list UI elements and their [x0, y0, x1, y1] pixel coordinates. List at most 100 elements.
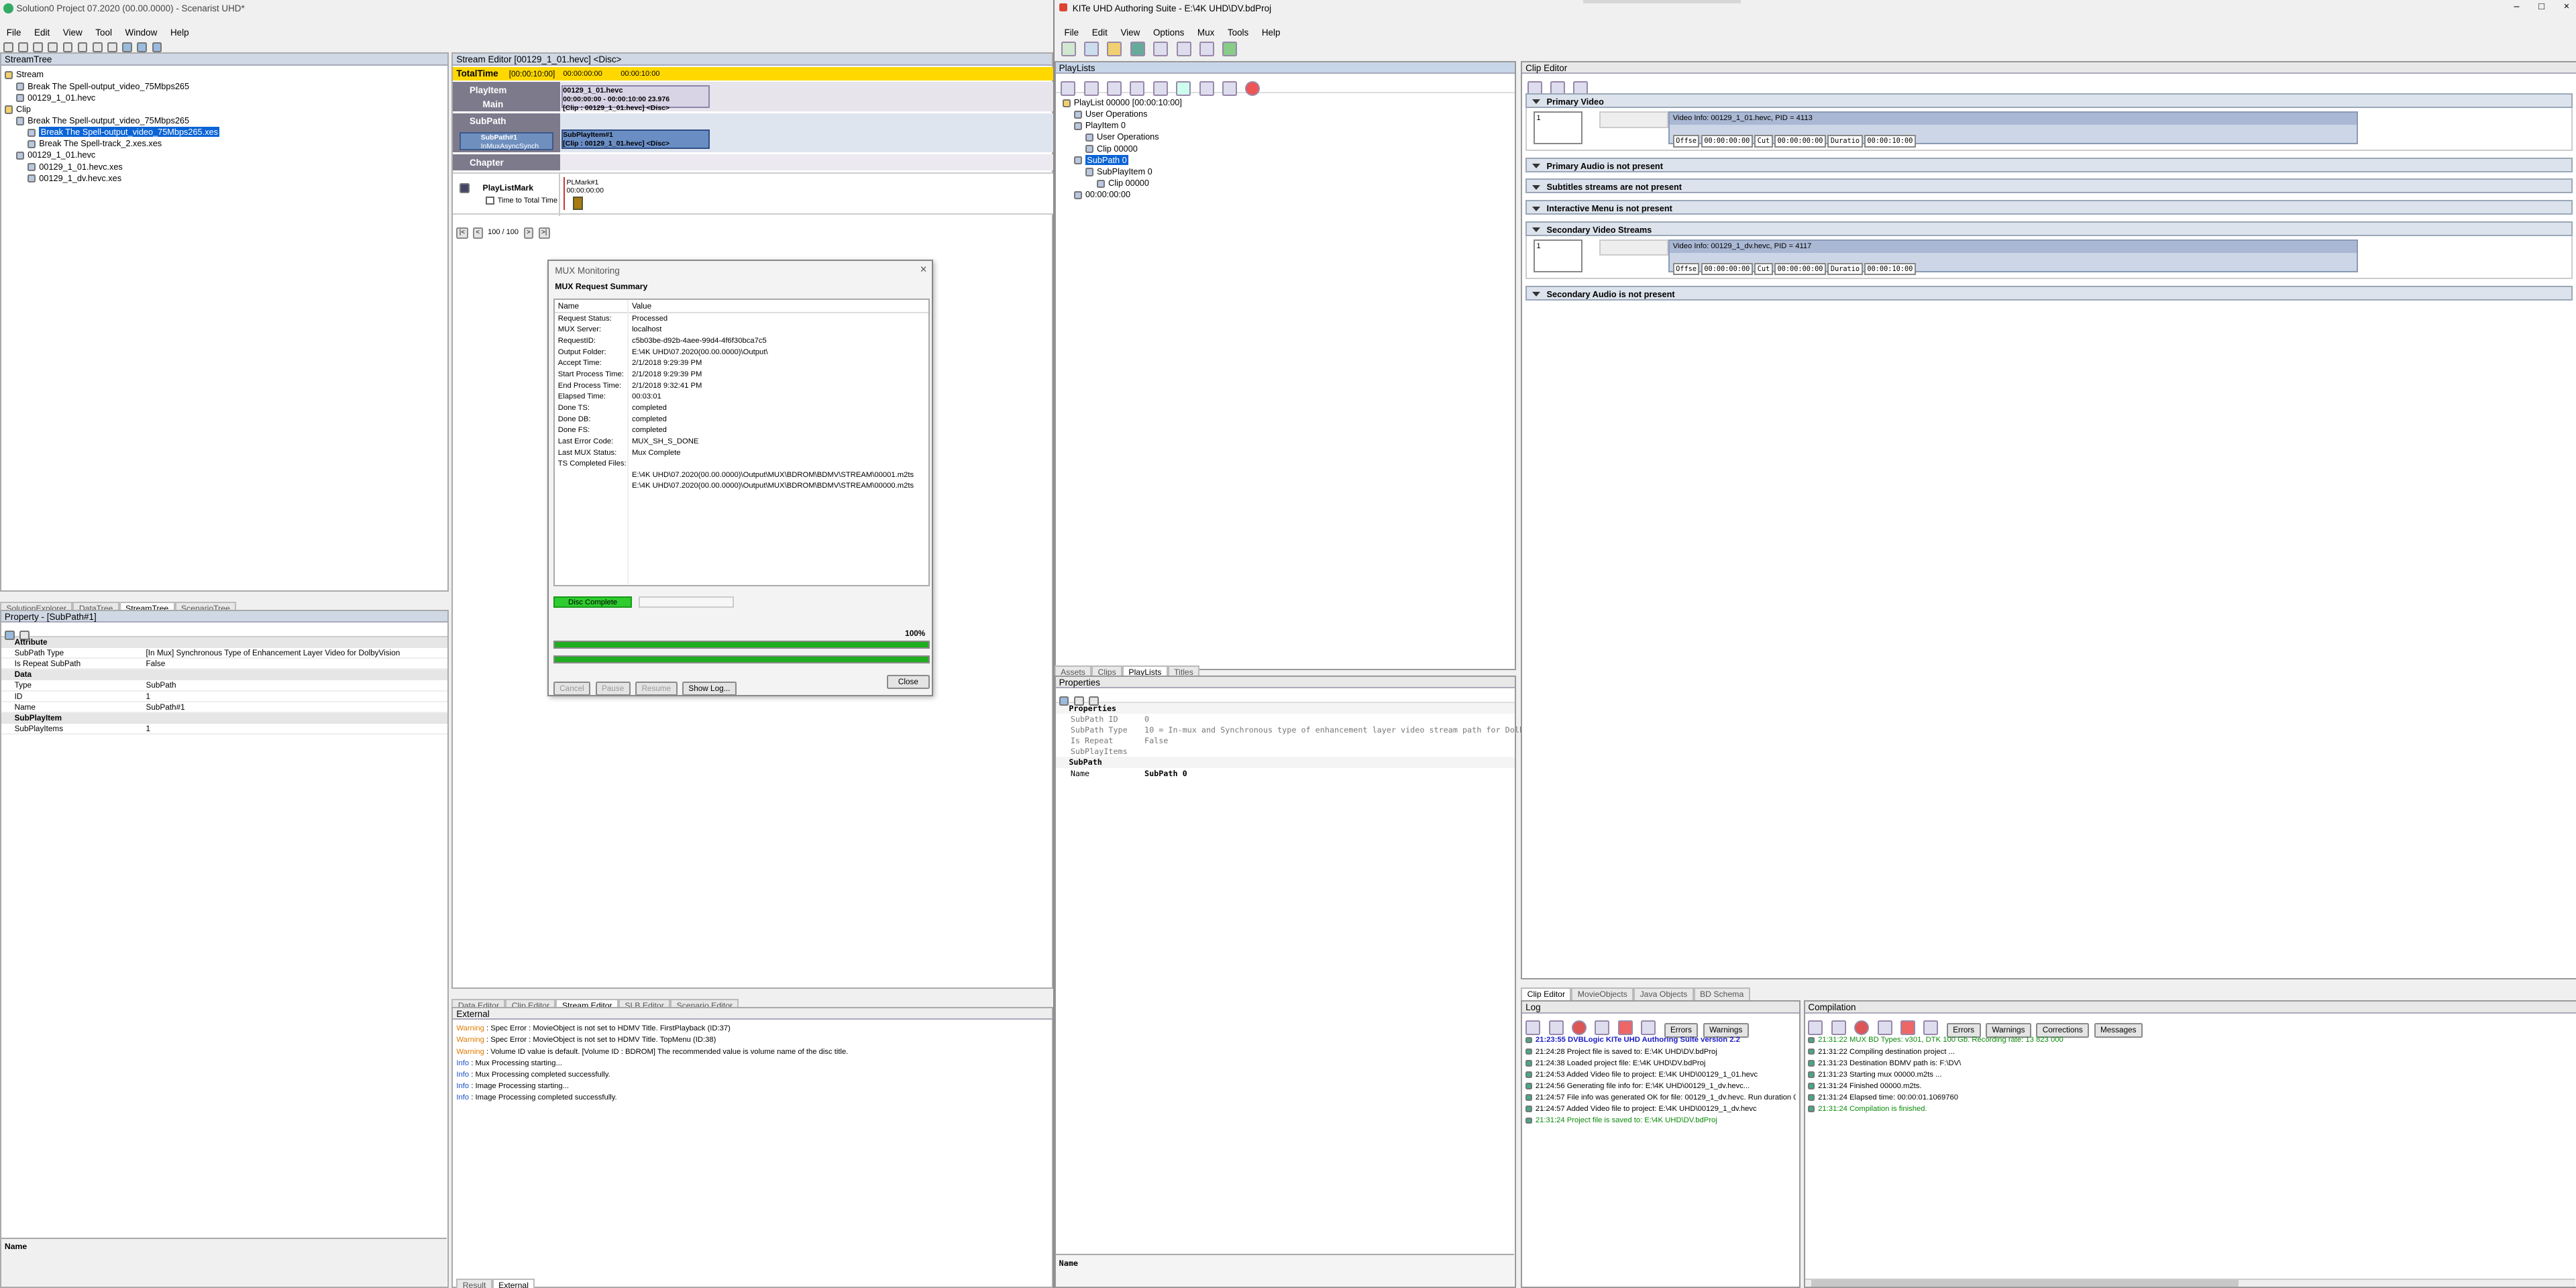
- property-row[interactable]: SubPlayItems 1: [1, 724, 447, 735]
- close-button[interactable]: Close: [887, 675, 930, 690]
- property-value[interactable]: 1: [146, 692, 151, 702]
- prop-row[interactable]: SubPath ID 0: [1056, 714, 1515, 724]
- clip-section-header[interactable]: Interactive Menu is not present: [1525, 200, 2573, 215]
- open-icon[interactable]: [18, 42, 28, 53]
- save-project-icon[interactable]: [1130, 42, 1145, 57]
- new-project-icon[interactable]: [1061, 42, 1076, 57]
- paste-icon[interactable]: [77, 42, 88, 53]
- format-icon[interactable]: [152, 42, 162, 53]
- subplayitem-block[interactable]: SubPlayItem#1 [Clip : 00129_1_01.hevc] <…: [561, 129, 710, 150]
- playlist-node[interactable]: 00:00:00:00: [1063, 189, 1509, 200]
- plmark-marker[interactable]: [563, 176, 565, 210]
- cut-value[interactable]: 00:00:00:00: [1774, 134, 1826, 148]
- mux-dialog-close-icon[interactable]: ×: [920, 262, 927, 276]
- prop-categorized-icon[interactable]: [1059, 696, 1069, 706]
- property-value[interactable]: 1: [146, 724, 151, 735]
- clip-section-header[interactable]: Primary Video: [1525, 93, 2573, 109]
- property-value[interactable]: SubPath: [146, 680, 176, 691]
- zoom-prev-button[interactable]: <: [472, 227, 483, 239]
- window-close-icon[interactable]: ×: [2564, 1, 2570, 12]
- log-copy-icon[interactable]: [1525, 1020, 1541, 1036]
- property-row[interactable]: Name SubPath#1: [1, 702, 447, 713]
- prop-value[interactable]: 0: [1144, 714, 1149, 724]
- build-icon[interactable]: [122, 42, 132, 53]
- playlist-node[interactable]: PlayItem 0: [1063, 119, 1509, 131]
- settings-icon[interactable]: [1199, 42, 1215, 57]
- zoom-last-button[interactable]: >|: [538, 227, 550, 239]
- streamtree-node[interactable]: 00129_1_01.hevc: [5, 92, 444, 103]
- offset-value[interactable]: 00:00:00:00: [1701, 134, 1753, 148]
- streamtree-node[interactable]: Stream: [4, 68, 444, 80]
- refresh-icon[interactable]: [1199, 80, 1214, 96]
- comp-save-icon[interactable]: [1923, 1020, 1939, 1036]
- property-row[interactable]: SubPath Type [In Mux] Synchronous Type of…: [1, 648, 447, 659]
- log-clear-icon[interactable]: [1595, 1020, 1610, 1036]
- cancel-button[interactable]: Cancel: [553, 682, 591, 696]
- zoom-first-button[interactable]: |<: [456, 227, 468, 239]
- comp-delete-icon[interactable]: [1900, 1020, 1916, 1036]
- streamtree-node[interactable]: 00129_1_dv.hevc.xes: [5, 172, 444, 184]
- comp-messages-button[interactable]: Messages: [2094, 1023, 2143, 1038]
- add-clip-icon[interactable]: [1130, 80, 1145, 96]
- add-chapter-icon[interactable]: [1176, 80, 1191, 96]
- playlist-node[interactable]: PlayList 00000 [00:00:10:00]: [1062, 97, 1509, 108]
- clipeditor-tab-movieobjects[interactable]: MovieObjects: [1571, 987, 1634, 1001]
- property-value[interactable]: SubPath#1: [146, 702, 185, 713]
- compile-icon[interactable]: [1176, 42, 1191, 57]
- playlist-node[interactable]: User Operations: [1063, 131, 1509, 142]
- add-playitem-icon[interactable]: [1083, 80, 1099, 96]
- clipeditor-tab-java-objects[interactable]: Java Objects: [1633, 987, 1694, 1001]
- streamtree-node[interactable]: Clip: [4, 103, 444, 115]
- duration-value[interactable]: 00:00:10:00: [1864, 262, 1916, 276]
- name-value[interactable]: SubPath 0: [1144, 768, 1187, 779]
- property-row[interactable]: ID 1: [1, 692, 447, 702]
- comp-clear-icon[interactable]: [1877, 1020, 1892, 1036]
- log-save-icon[interactable]: [1641, 1020, 1656, 1036]
- prop-value[interactable]: False: [1144, 735, 1168, 746]
- streamtree-node[interactable]: Break The Spell-output_video_75Mbps265: [5, 80, 444, 92]
- streamtree-node[interactable]: Break The Spell-track_2.xes.xes: [5, 138, 444, 149]
- prop-row[interactable]: Is Repeat False: [1056, 735, 1515, 746]
- cut-value[interactable]: 00:00:00:00: [1774, 262, 1826, 276]
- show-log-button[interactable]: Show Log...: [682, 682, 737, 696]
- mux-icon[interactable]: [137, 42, 148, 53]
- clipeditor-tab-bd-schema[interactable]: BD Schema: [1693, 987, 1750, 1001]
- log-cut-icon[interactable]: [1548, 1020, 1564, 1036]
- wand-icon[interactable]: [1153, 42, 1169, 57]
- zoom-next-button[interactable]: >: [523, 227, 534, 239]
- property-row[interactable]: Is Repeat SubPath False: [1, 659, 447, 670]
- comp-scrollbar[interactable]: [1805, 1278, 2576, 1287]
- video-info-block[interactable]: Video Info: 00129_1_dv.hevc, PID = 4117 O…: [1668, 239, 2359, 276]
- streamtree-node[interactable]: Break The Spell-output_video_75Mbps265: [5, 115, 444, 126]
- clip-section-header[interactable]: Subtitles streams are not present: [1525, 178, 2573, 194]
- clip-section-header[interactable]: Secondary Audio is not present: [1525, 285, 2573, 301]
- clip-section-header[interactable]: Primary Audio is not present: [1525, 157, 2573, 172]
- external-tab-external[interactable]: External: [492, 1278, 535, 1288]
- playlist-node[interactable]: User Operations: [1063, 108, 1509, 119]
- folder-icon[interactable]: [1107, 42, 1122, 57]
- delete-icon[interactable]: [1245, 80, 1260, 96]
- time-to-total-checkbox[interactable]: [486, 196, 494, 205]
- property-value[interactable]: [In Mux] Synchronous Type of Enhancement…: [146, 648, 400, 659]
- comp-copy-icon[interactable]: [1808, 1020, 1823, 1036]
- prop-value[interactable]: 10 = In-mux and Synchronous type of enha…: [1144, 724, 1562, 735]
- copy-icon[interactable]: [62, 42, 73, 53]
- clipeditor-tab-clip-editor[interactable]: Clip Editor: [1521, 987, 1572, 1001]
- comp-cut-icon[interactable]: [1831, 1020, 1846, 1036]
- duration-value[interactable]: 00:00:10:00: [1864, 134, 1916, 148]
- streamtree-node[interactable]: Break The Spell-output_video_75Mbps265.x…: [5, 126, 444, 138]
- maximize-icon[interactable]: □: [2538, 1, 2544, 12]
- add-mark-icon[interactable]: [1152, 80, 1168, 96]
- mux-run-icon[interactable]: [1222, 42, 1238, 57]
- playlist-node[interactable]: Clip 00000: [1063, 143, 1509, 154]
- resume-button[interactable]: Resume: [635, 682, 678, 696]
- playlist-node[interactable]: Clip 00000: [1063, 177, 1509, 189]
- property-value[interactable]: False: [146, 659, 166, 669]
- cut-icon[interactable]: [48, 42, 58, 53]
- add-playlist-icon[interactable]: [1061, 80, 1076, 96]
- categorized-icon[interactable]: [4, 630, 15, 641]
- prop-row[interactable]: SubPlayItems: [1056, 746, 1515, 757]
- playlist-node[interactable]: SubPlayItem 0: [1063, 166, 1509, 177]
- undo-icon[interactable]: [92, 42, 103, 53]
- property-row[interactable]: Type SubPath: [1, 680, 447, 692]
